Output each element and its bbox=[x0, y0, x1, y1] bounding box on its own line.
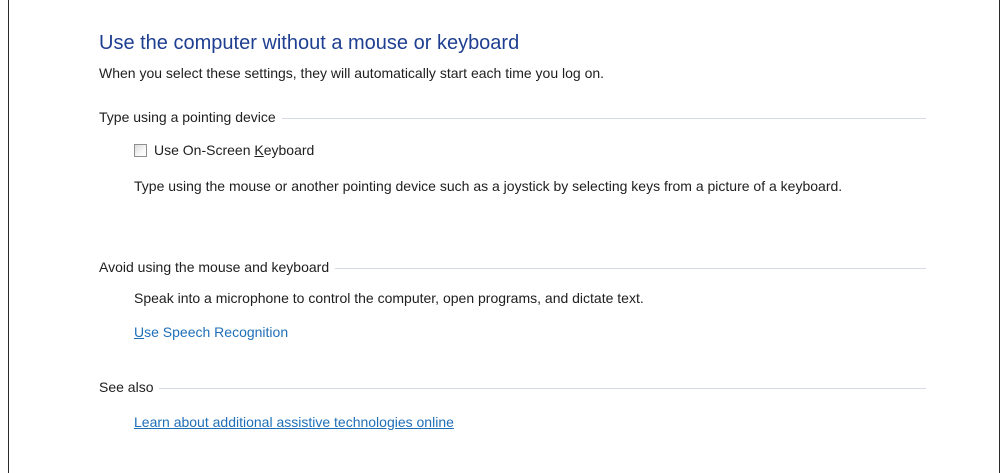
accelerator-key: U bbox=[134, 324, 145, 340]
on-screen-keyboard-checkbox-row[interactable]: Use On-Screen Keyboard bbox=[134, 142, 314, 158]
assistive-technologies-online-link[interactable]: Learn about additional assistive technol… bbox=[134, 414, 454, 430]
speech-recognition-description: Speak into a microphone to control the c… bbox=[134, 290, 644, 306]
on-screen-keyboard-description: Type using the mouse or another pointing… bbox=[134, 178, 843, 194]
on-screen-keyboard-label[interactable]: Use On-Screen Keyboard bbox=[154, 142, 314, 158]
section-divider bbox=[281, 117, 926, 119]
section-header-see-also: See also bbox=[99, 377, 926, 397]
page-title: Use the computer without a mouse or keyb… bbox=[99, 32, 520, 54]
section-heading: Type using a pointing device bbox=[99, 109, 276, 125]
section-header-pointing-device: Type using a pointing device bbox=[99, 107, 926, 127]
section-heading: Avoid using the mouse and keyboard bbox=[99, 259, 330, 275]
section-header-avoid-mouse-keyboard: Avoid using the mouse and keyboard bbox=[99, 257, 926, 277]
accelerator-key: K bbox=[254, 142, 264, 158]
section-heading: See also bbox=[99, 379, 154, 395]
label-text-pre: Use On-Screen bbox=[154, 142, 255, 158]
link-text-rest: se Speech Recognition bbox=[144, 324, 289, 340]
section-divider bbox=[159, 387, 926, 389]
section-divider bbox=[335, 267, 926, 269]
page-subtitle: When you select these settings, they wil… bbox=[99, 65, 605, 81]
on-screen-keyboard-checkbox[interactable] bbox=[134, 143, 147, 157]
use-speech-recognition-link[interactable]: Use Speech Recognition bbox=[134, 324, 288, 340]
label-text-post: eyboard bbox=[263, 142, 315, 158]
